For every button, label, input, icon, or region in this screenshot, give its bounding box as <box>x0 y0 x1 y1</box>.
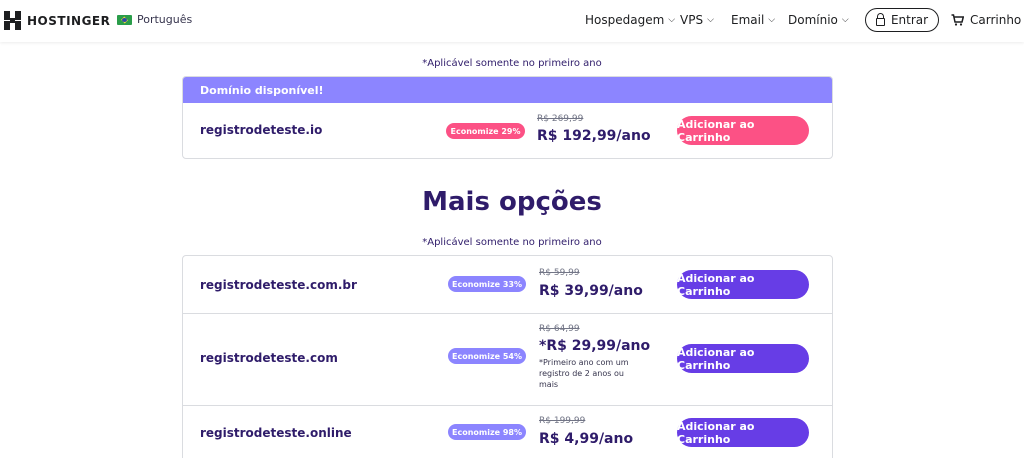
login-button[interactable]: Entrar <box>865 8 939 32</box>
nav-vps-label: VPS <box>680 13 704 27</box>
nav-dominio[interactable]: Domínio ⌵ <box>788 13 849 27</box>
add-to-cart-button[interactable]: Adicionar ao Carrinho <box>677 270 809 299</box>
nav-email-label: Email <box>731 13 765 27</box>
cart-icon <box>951 14 964 26</box>
featured-price: R$ 192,99/ano <box>537 128 651 144</box>
more-options-title: Mais opções <box>422 187 602 217</box>
nav-email[interactable]: Email ⌵ <box>731 13 775 27</box>
nav-vps[interactable]: VPS ⌵ <box>680 13 714 27</box>
login-label: Entrar <box>890 13 929 27</box>
brand-logo[interactable]: HOSTINGER <box>4 11 110 30</box>
discount-badge: Economize 33% <box>448 276 526 292</box>
add-to-cart-button[interactable]: Adicionar ao Carrinho <box>677 418 809 447</box>
featured-domain-name: registrodeteste.io <box>200 123 323 137</box>
nav-dominio-label: Domínio <box>788 13 838 27</box>
old-price: R$ 59,99 <box>539 268 580 278</box>
price: *R$ 29,99/ano <box>539 338 651 354</box>
featured-discount-badge: Economize 29% <box>446 123 525 139</box>
cart-link[interactable]: Carrinho <box>951 13 1021 27</box>
chevron-down-icon: ⌵ <box>668 15 676 25</box>
chevron-down-icon: ⌵ <box>768 15 776 25</box>
nav-hospedagem-label: Hospedagem <box>585 13 665 27</box>
cart-label: Carrinho <box>970 13 1022 27</box>
price-footnote: *Primeiro ano com um registro de 2 anos … <box>539 358 629 389</box>
featured-add-to-cart-button[interactable]: Adicionar ao Carrinho <box>677 116 809 145</box>
old-price: R$ 64,99 <box>539 324 580 334</box>
domain-name: registrodeteste.com <box>200 351 338 365</box>
nav-hospedagem[interactable]: Hospedagem ⌵ <box>585 13 675 27</box>
brazil-flag-icon <box>117 14 132 25</box>
old-price: R$ 199,99 <box>539 416 586 426</box>
chevron-down-icon: ⌵ <box>841 15 849 25</box>
list-item: registrodeteste.com Economize 54% R$ 64,… <box>183 314 832 406</box>
chevron-down-icon: ⌵ <box>707 15 714 25</box>
brand-name: HOSTINGER <box>27 13 111 28</box>
more-options-note: *Aplicável somente no primeiro ano <box>422 237 602 248</box>
lock-icon <box>875 12 885 26</box>
domain-name: registrodeteste.online <box>200 426 352 440</box>
available-banner: Domínio disponível! <box>183 77 832 103</box>
list-item: registrodeteste.online Economize 98% R$ … <box>183 406 832 458</box>
price: R$ 39,99/ano <box>539 283 643 299</box>
domain-name: registrodeteste.com.br <box>200 278 357 292</box>
price: R$ 4,99/ano <box>539 431 634 447</box>
domain-options-list: registrodeteste.com.br Economize 33% R$ … <box>182 255 833 458</box>
first-year-note: *Aplicável somente no primeiro ano <box>422 58 602 69</box>
list-item: registrodeteste.com.br Economize 33% R$ … <box>183 256 832 314</box>
discount-badge: Economize 98% <box>448 424 526 440</box>
hostinger-logo-icon <box>4 11 21 30</box>
featured-old-price: R$ 269,99 <box>537 114 584 124</box>
add-to-cart-button[interactable]: Adicionar ao Carrinho <box>677 344 809 373</box>
top-navbar: HOSTINGER Português Hospedagem ⌵ VPS ⌵ E… <box>0 0 1024 42</box>
language-label: Português <box>137 13 193 26</box>
featured-domain-card: Domínio disponível! registrodeteste.io E… <box>182 76 833 159</box>
discount-badge: Economize 54% <box>448 348 526 364</box>
language-selector[interactable]: Português <box>117 13 192 26</box>
